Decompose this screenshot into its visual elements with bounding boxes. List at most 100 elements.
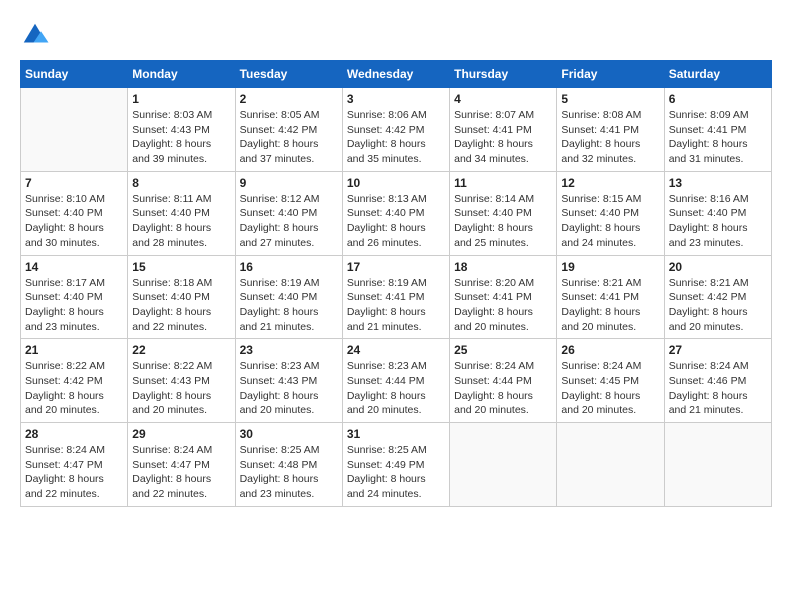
calendar-cell: 22 Sunrise: 8:22 AMSunset: 4:43 PMDayligh… [128, 339, 235, 423]
calendar-cell: 23 Sunrise: 8:23 AMSunset: 4:43 PMDayligh… [235, 339, 342, 423]
calendar-cell: 4 Sunrise: 8:07 AMSunset: 4:41 PMDaylight… [450, 88, 557, 172]
calendar-cell: 18 Sunrise: 8:20 AMSunset: 4:41 PMDayligh… [450, 255, 557, 339]
calendar-cell [450, 423, 557, 507]
day-info: Sunrise: 8:22 AMSunset: 4:43 PMDaylight:… [132, 359, 230, 418]
calendar-cell [664, 423, 771, 507]
calendar-cell: 19Sunrise: 8:21 AMSunset: 4:41 PMDayligh… [557, 255, 664, 339]
calendar-cell: 3 Sunrise: 8:06 AMSunset: 4:42 PMDaylight… [342, 88, 449, 172]
day-number: 25 [454, 343, 552, 357]
day-number: 23 [240, 343, 338, 357]
day-info: Sunrise: 8:25 AMSunset: 4:49 PMDaylight:… [347, 443, 445, 502]
day-of-week-header: Tuesday [235, 61, 342, 88]
calendar-cell [21, 88, 128, 172]
day-info: Sunrise: 8:06 AMSunset: 4:42 PMDaylight:… [347, 108, 445, 167]
day-info: Sunrise: 8:14 AMSunset: 4:40 PMDaylight:… [454, 192, 552, 251]
day-info: Sunrise: 8:23 AMSunset: 4:44 PMDaylight:… [347, 359, 445, 418]
day-number: 4 [454, 92, 552, 106]
calendar-cell: 20Sunrise: 8:21 AMSunset: 4:42 PMDayligh… [664, 255, 771, 339]
day-of-week-header: Monday [128, 61, 235, 88]
page-header [20, 20, 772, 50]
day-info: Sunrise: 8:24 AMSunset: 4:44 PMDaylight:… [454, 359, 552, 418]
calendar-cell: 7 Sunrise: 8:10 AMSunset: 4:40 PMDaylight… [21, 171, 128, 255]
day-info: Sunrise: 8:24 AMSunset: 4:45 PMDaylight:… [561, 359, 659, 418]
day-info: Sunrise: 8:07 AMSunset: 4:41 PMDaylight:… [454, 108, 552, 167]
day-number: 2 [240, 92, 338, 106]
calendar-cell: 31 Sunrise: 8:25 AMSunset: 4:49 PMDayligh… [342, 423, 449, 507]
day-info: Sunrise: 8:15 AMSunset: 4:40 PMDaylight:… [561, 192, 659, 251]
day-number: 21 [25, 343, 123, 357]
calendar-cell: 1Sunrise: 8:03 AMSunset: 4:43 PMDaylight… [128, 88, 235, 172]
calendar-cell: 25 Sunrise: 8:24 AMSunset: 4:44 PMDayligh… [450, 339, 557, 423]
calendar-cell: 16 Sunrise: 8:19 AMSunset: 4:40 PMDayligh… [235, 255, 342, 339]
day-info: Sunrise: 8:19 AMSunset: 4:40 PMDaylight:… [240, 276, 338, 335]
day-number: 22 [132, 343, 230, 357]
day-number: 12 [561, 176, 659, 190]
calendar-cell: 24 Sunrise: 8:23 AMSunset: 4:44 PMDayligh… [342, 339, 449, 423]
day-number: 3 [347, 92, 445, 106]
day-number: 16 [240, 260, 338, 274]
calendar-cell: 12 Sunrise: 8:15 AMSunset: 4:40 PMDayligh… [557, 171, 664, 255]
day-number: 8 [132, 176, 230, 190]
day-number: 28 [25, 427, 123, 441]
calendar-cell: 6 Sunrise: 8:09 AMSunset: 4:41 PMDaylight… [664, 88, 771, 172]
day-of-week-header: Friday [557, 61, 664, 88]
day-of-week-header: Wednesday [342, 61, 449, 88]
calendar-cell: 29Sunrise: 8:24 AMSunset: 4:47 PMDayligh… [128, 423, 235, 507]
day-number: 9 [240, 176, 338, 190]
day-info: Sunrise: 8:13 AMSunset: 4:40 PMDaylight:… [347, 192, 445, 251]
calendar-table: SundayMondayTuesdayWednesdayThursdayFrid… [20, 60, 772, 507]
calendar-cell: 14 Sunrise: 8:17 AMSunset: 4:40 PMDayligh… [21, 255, 128, 339]
day-info: Sunrise: 8:24 AMSunset: 4:47 PMDaylight:… [25, 443, 123, 502]
day-info: Sunrise: 8:18 AMSunset: 4:40 PMDaylight:… [132, 276, 230, 335]
day-info: Sunrise: 8:11 AMSunset: 4:40 PMDaylight:… [132, 192, 230, 251]
calendar-cell: 15 Sunrise: 8:18 AMSunset: 4:40 PMDayligh… [128, 255, 235, 339]
day-info: Sunrise: 8:10 AMSunset: 4:40 PMDaylight:… [25, 192, 123, 251]
calendar-cell: 17 Sunrise: 8:19 AMSunset: 4:41 PMDayligh… [342, 255, 449, 339]
day-number: 24 [347, 343, 445, 357]
day-number: 26 [561, 343, 659, 357]
day-of-week-header: Saturday [664, 61, 771, 88]
day-number: 6 [669, 92, 767, 106]
calendar-cell: 8 Sunrise: 8:11 AMSunset: 4:40 PMDaylight… [128, 171, 235, 255]
day-info: Sunrise: 8:17 AMSunset: 4:40 PMDaylight:… [25, 276, 123, 335]
day-info: Sunrise: 8:20 AMSunset: 4:41 PMDaylight:… [454, 276, 552, 335]
day-number: 30 [240, 427, 338, 441]
day-number: 17 [347, 260, 445, 274]
day-of-week-header: Sunday [21, 61, 128, 88]
calendar-cell: 30 Sunrise: 8:25 AMSunset: 4:48 PMDayligh… [235, 423, 342, 507]
day-number: 27 [669, 343, 767, 357]
day-of-week-header: Thursday [450, 61, 557, 88]
calendar-cell [557, 423, 664, 507]
day-info: Sunrise: 8:16 AMSunset: 4:40 PMDaylight:… [669, 192, 767, 251]
day-number: 31 [347, 427, 445, 441]
day-number: 10 [347, 176, 445, 190]
calendar-cell: 5Sunrise: 8:08 AMSunset: 4:41 PMDaylight… [557, 88, 664, 172]
day-info: Sunrise: 8:03 AMSunset: 4:43 PMDaylight:… [132, 108, 230, 167]
day-number: 18 [454, 260, 552, 274]
day-number: 14 [25, 260, 123, 274]
calendar-cell: 27 Sunrise: 8:24 AMSunset: 4:46 PMDayligh… [664, 339, 771, 423]
day-number: 11 [454, 176, 552, 190]
day-number: 13 [669, 176, 767, 190]
day-info: Sunrise: 8:12 AMSunset: 4:40 PMDaylight:… [240, 192, 338, 251]
day-number: 15 [132, 260, 230, 274]
calendar-cell: 9 Sunrise: 8:12 AMSunset: 4:40 PMDaylight… [235, 171, 342, 255]
calendar-cell: 21Sunrise: 8:22 AMSunset: 4:42 PMDayligh… [21, 339, 128, 423]
day-info: Sunrise: 8:25 AMSunset: 4:48 PMDaylight:… [240, 443, 338, 502]
day-number: 7 [25, 176, 123, 190]
day-info: Sunrise: 8:09 AMSunset: 4:41 PMDaylight:… [669, 108, 767, 167]
day-number: 20 [669, 260, 767, 274]
logo-icon [20, 20, 50, 50]
day-number: 29 [132, 427, 230, 441]
calendar-cell: 2 Sunrise: 8:05 AMSunset: 4:42 PMDaylight… [235, 88, 342, 172]
day-info: Sunrise: 8:08 AMSunset: 4:41 PMDaylight:… [561, 108, 659, 167]
day-info: Sunrise: 8:23 AMSunset: 4:43 PMDaylight:… [240, 359, 338, 418]
day-info: Sunrise: 8:24 AMSunset: 4:46 PMDaylight:… [669, 359, 767, 418]
calendar-cell: 26 Sunrise: 8:24 AMSunset: 4:45 PMDayligh… [557, 339, 664, 423]
day-info: Sunrise: 8:21 AMSunset: 4:41 PMDaylight:… [561, 276, 659, 335]
day-info: Sunrise: 8:05 AMSunset: 4:42 PMDaylight:… [240, 108, 338, 167]
calendar-cell: 28 Sunrise: 8:24 AMSunset: 4:47 PMDayligh… [21, 423, 128, 507]
logo [20, 20, 54, 50]
calendar-cell: 13 Sunrise: 8:16 AMSunset: 4:40 PMDayligh… [664, 171, 771, 255]
day-info: Sunrise: 8:19 AMSunset: 4:41 PMDaylight:… [347, 276, 445, 335]
